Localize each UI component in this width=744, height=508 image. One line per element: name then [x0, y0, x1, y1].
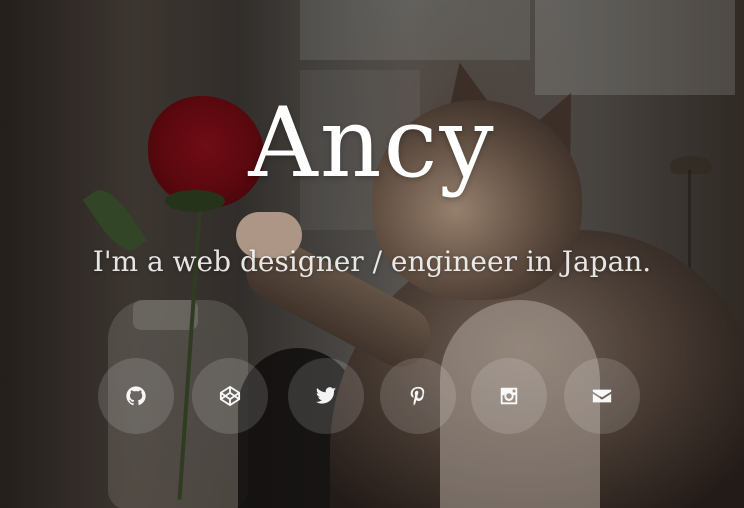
email-button[interactable] [564, 358, 640, 434]
social-links [0, 358, 744, 434]
pinterest-button[interactable] [380, 358, 456, 434]
twitter-icon [315, 387, 337, 404]
github-button[interactable] [98, 358, 174, 434]
codepen-icon [219, 385, 241, 407]
github-icon [126, 386, 146, 406]
codepen-button[interactable] [192, 358, 268, 434]
pinterest-icon [410, 386, 425, 406]
site-title: Ancy [248, 87, 496, 199]
instagram-icon [500, 387, 518, 405]
instagram-button[interactable] [471, 358, 547, 434]
envelope-icon [592, 389, 612, 403]
hero-content: Ancy I'm a web designer / engineer in Ja… [0, 0, 744, 508]
twitter-button[interactable] [288, 358, 364, 434]
site-subtitle: I'm a web designer / engineer in Japan. [92, 245, 652, 278]
